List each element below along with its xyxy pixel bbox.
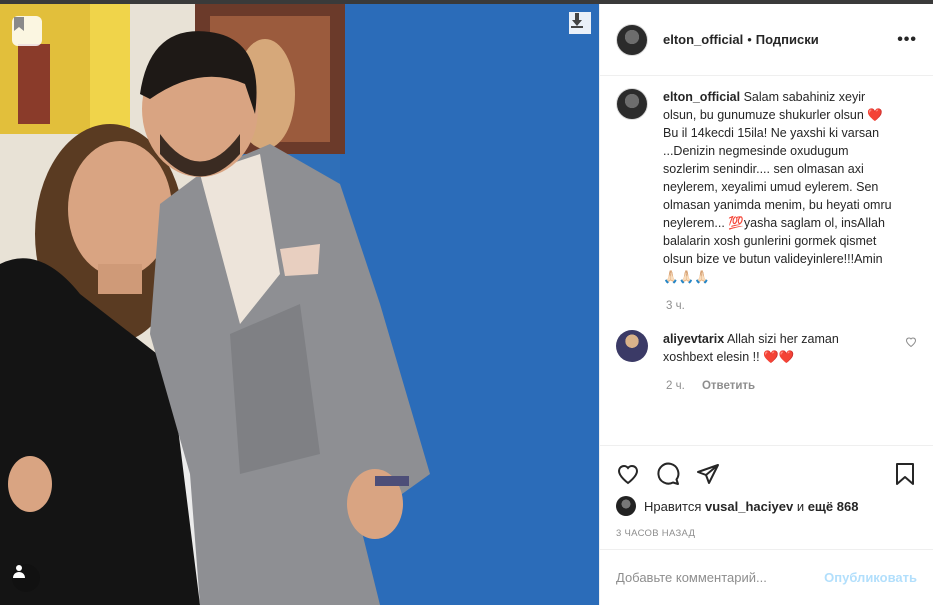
more-horizontal-icon[interactable]: ••• — [897, 31, 917, 49]
comment-row: aliyevtarix Allah sizi her zaman xoshbex… — [616, 330, 917, 366]
comment-input[interactable] — [616, 570, 825, 585]
bookmark-icon[interactable] — [12, 16, 42, 46]
comment-username[interactable]: aliyevtarix — [663, 332, 724, 346]
likes-count-button[interactable]: ещё 868 — [808, 499, 859, 514]
post-time[interactable]: 3 часов назад — [616, 528, 917, 539]
photo-illustration — [0, 4, 599, 605]
download-icon[interactable] — [569, 12, 591, 34]
publish-button[interactable]: Опубликовать — [824, 570, 917, 585]
action-icons-row — [616, 446, 917, 502]
caption-text-block: elton_official Salam sabahiniz xeyir ols… — [663, 88, 893, 286]
author-avatar[interactable] — [616, 23, 648, 56]
caption-meta: 3 ч. — [666, 300, 917, 312]
author-username[interactable]: elton_official — [663, 32, 743, 47]
heart-icon[interactable] — [616, 462, 640, 486]
save-icon[interactable] — [893, 462, 917, 486]
share-icon[interactable] — [696, 462, 720, 486]
liker-username[interactable]: vusal_haciyev — [705, 499, 793, 514]
follow-state-button[interactable]: Подписки — [756, 32, 819, 47]
post-header: elton_official • Подписки ••• — [600, 4, 933, 76]
comment-meta: 2 ч. Ответить — [666, 380, 917, 392]
comment-text-block: aliyevtarix Allah sizi her zaman xoshbex… — [663, 330, 883, 366]
header-separator: • — [747, 32, 752, 47]
post-side-panel: elton_official • Подписки ••• elton_offi… — [599, 4, 933, 605]
comment-time[interactable]: 2 ч. — [666, 380, 685, 392]
comment-like-heart-icon[interactable] — [905, 336, 917, 348]
comments-section: elton_official Salam sabahiniz xeyir ols… — [600, 88, 933, 392]
caption-avatar[interactable] — [616, 88, 648, 120]
likes-summary: Нравится vusal_haciyev и ещё 868 — [616, 496, 917, 516]
commenter-avatar[interactable] — [616, 330, 648, 362]
post-photo[interactable] — [0, 4, 599, 605]
add-comment-bar: Опубликовать — [600, 549, 933, 605]
comment-icon[interactable] — [656, 462, 680, 486]
likes-prefix: Нравится — [644, 498, 702, 514]
reply-button[interactable]: Ответить — [702, 380, 755, 392]
likes-and: и — [796, 498, 805, 514]
liker-avatar[interactable] — [616, 496, 636, 516]
caption-time[interactable]: 3 ч. — [666, 300, 685, 312]
caption-row: elton_official Salam sabahiniz xeyir ols… — [616, 88, 917, 286]
caption-text: Salam sabahiniz xeyir olsun, bu gunumuze… — [663, 90, 892, 284]
post-actions: Нравится vusal_haciyev и ещё 868 3 часов… — [600, 445, 933, 539]
user-tag-icon[interactable] — [12, 564, 40, 592]
caption-username[interactable]: elton_official — [663, 90, 740, 104]
